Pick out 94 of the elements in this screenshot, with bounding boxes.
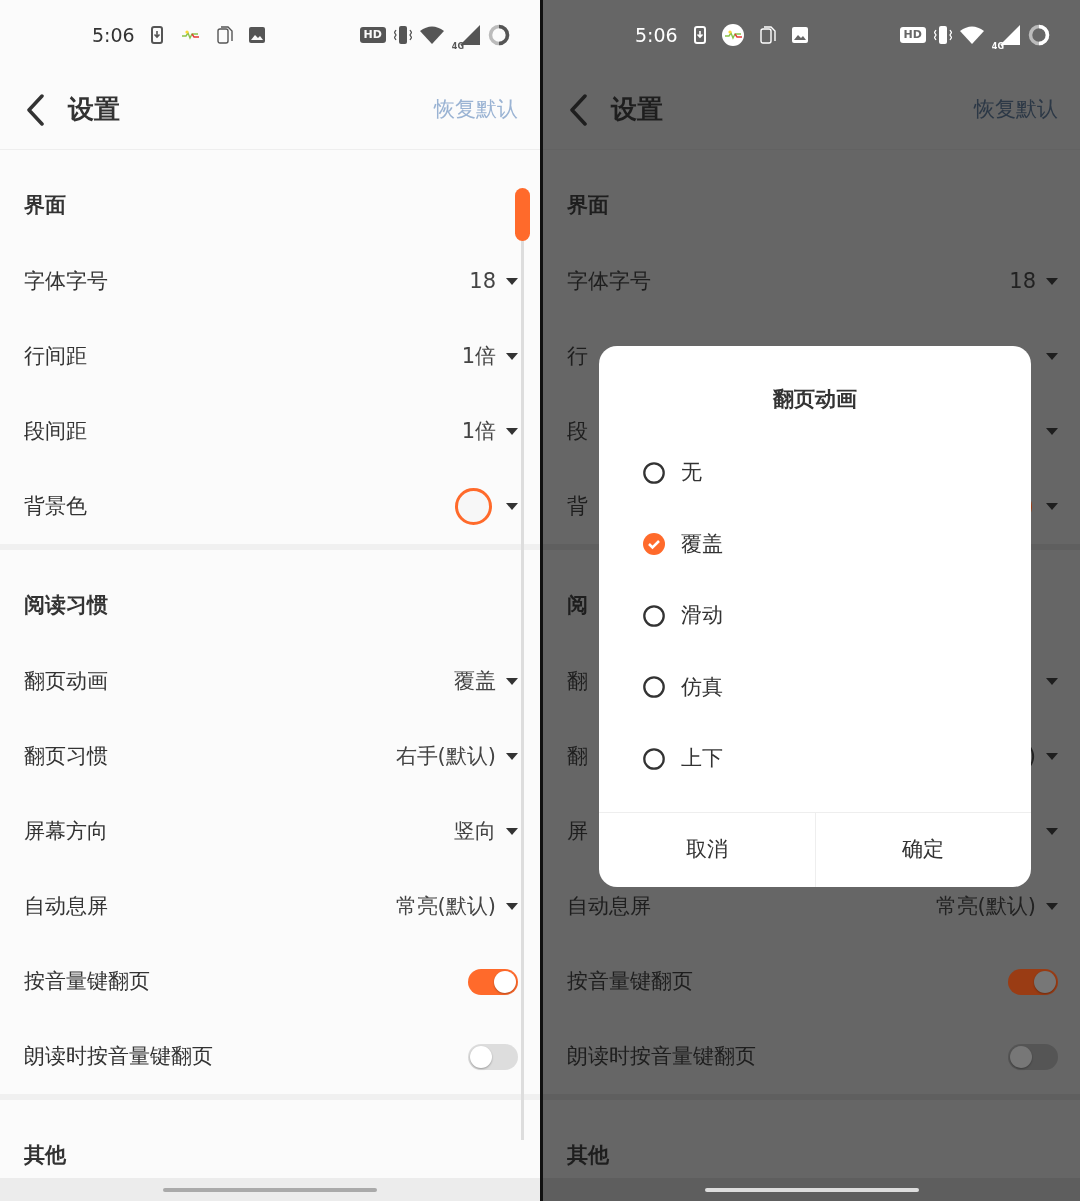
- copy-icon: [759, 26, 776, 44]
- setting-value: 18: [469, 267, 496, 295]
- setting-label: 翻页习惯: [24, 742, 108, 770]
- setting-label: 按音量键翻页: [24, 967, 150, 995]
- caret-icon: [506, 353, 518, 360]
- loading-ring-icon: [488, 24, 510, 46]
- caret-icon: [506, 903, 518, 910]
- caret-icon: [1046, 353, 1058, 360]
- radio-icon[interactable]: [643, 461, 665, 484]
- setting-value: 常亮(默认): [395, 892, 496, 920]
- image-icon: [248, 27, 265, 43]
- setting-value: 竖向: [454, 817, 496, 845]
- toggle-switch[interactable]: [1008, 1043, 1058, 1070]
- toggle-switch[interactable]: [1008, 968, 1058, 995]
- wifi-icon: [419, 26, 444, 44]
- caret-icon: [1046, 828, 1058, 835]
- setting-value: 1倍: [461, 342, 496, 370]
- network-label: 4G: [451, 43, 464, 51]
- color-swatch[interactable]: [455, 488, 492, 525]
- loading-ring-icon: [1028, 24, 1050, 46]
- dialog-title: 翻页动画: [773, 387, 857, 411]
- home-indicator[interactable]: [704, 1187, 919, 1192]
- caret-icon: [506, 753, 518, 760]
- toggle-switch[interactable]: [468, 968, 518, 995]
- cancel-button[interactable]: 取消: [599, 813, 815, 887]
- setting-label: 字体字号: [567, 267, 651, 295]
- setting-value: 18: [1009, 267, 1036, 295]
- hd-badge: HD: [359, 26, 386, 44]
- setting-label: 按音量键翻页: [567, 967, 693, 995]
- setting-label: 朗读时按音量键翻页: [24, 1042, 213, 1070]
- toggle-switch[interactable]: [468, 1043, 518, 1070]
- option-label: 滑动: [681, 602, 723, 629]
- setting-value: 右手(默认): [395, 742, 496, 770]
- option-label: 仿真: [681, 673, 723, 701]
- section-title: 界面: [567, 192, 609, 219]
- radio-icon[interactable]: [643, 676, 665, 699]
- caret-icon: [1046, 428, 1058, 435]
- setting-label: 翻: [567, 742, 588, 770]
- caret-icon: [506, 678, 518, 685]
- setting-label: 行间距: [24, 342, 87, 370]
- scrollbar-thumb[interactable]: [515, 188, 530, 241]
- section-title: 阅读习惯: [24, 592, 108, 619]
- caret-icon: [506, 278, 518, 285]
- copy-icon: [216, 26, 233, 44]
- radio-checked-icon[interactable]: [643, 533, 665, 556]
- clock-time: 5:06: [635, 22, 678, 48]
- clock-time: 5:06: [92, 22, 135, 48]
- setting-label: 翻页动画: [24, 667, 108, 695]
- caret-icon: [506, 503, 518, 510]
- setting-label: 段: [567, 417, 588, 445]
- section-title: 其他: [24, 1142, 66, 1169]
- radio-icon[interactable]: [643, 747, 665, 770]
- section-title: 阅: [567, 592, 588, 619]
- vibrate-icon: [393, 25, 412, 45]
- setting-value: 常亮(默认): [935, 892, 1036, 920]
- confirm-button[interactable]: 确定: [814, 813, 1031, 887]
- hd-badge: HD: [899, 26, 926, 44]
- setting-label: 行: [567, 342, 588, 370]
- caret-icon: [1046, 503, 1058, 510]
- caret-icon: [506, 828, 518, 835]
- phone-download-icon: [150, 26, 163, 44]
- app-icon: [721, 24, 744, 46]
- wifi-icon: [959, 26, 984, 44]
- caret-icon: [506, 428, 518, 435]
- setting-label: 自动息屏: [24, 892, 108, 920]
- setting-label: 背: [567, 492, 588, 520]
- caret-icon: [1046, 278, 1058, 285]
- vibrate-icon: [933, 25, 952, 45]
- setting-label: 朗读时按音量键翻页: [567, 1042, 756, 1070]
- caret-icon: [1046, 903, 1058, 910]
- setting-label: 自动息屏: [567, 892, 651, 920]
- section-title: 界面: [24, 192, 66, 219]
- option-label: 覆盖: [681, 530, 723, 558]
- section-title: 其他: [567, 1142, 609, 1169]
- option-label: 上下: [681, 745, 723, 772]
- option-label: 无: [681, 459, 702, 486]
- caret-icon: [1046, 678, 1058, 685]
- home-indicator[interactable]: [163, 1187, 377, 1192]
- setting-value: 覆盖: [454, 667, 496, 695]
- caret-icon: [1046, 753, 1058, 760]
- page-title: 设置: [611, 93, 663, 126]
- setting-value: 1倍: [461, 417, 496, 445]
- setting-label: 字体字号: [24, 267, 108, 295]
- setting-label: 背景色: [24, 492, 87, 520]
- back-icon[interactable]: [26, 93, 44, 126]
- page-title: 设置: [68, 93, 120, 126]
- radio-icon[interactable]: [643, 604, 665, 627]
- setting-label: 段间距: [24, 417, 87, 445]
- setting-label: 翻: [567, 667, 588, 695]
- setting-label: 屏: [567, 817, 588, 845]
- setting-label: 屏幕方向: [24, 817, 108, 845]
- image-icon: [791, 27, 808, 43]
- phone-download-icon: [693, 26, 706, 44]
- network-label: 4G: [991, 43, 1004, 51]
